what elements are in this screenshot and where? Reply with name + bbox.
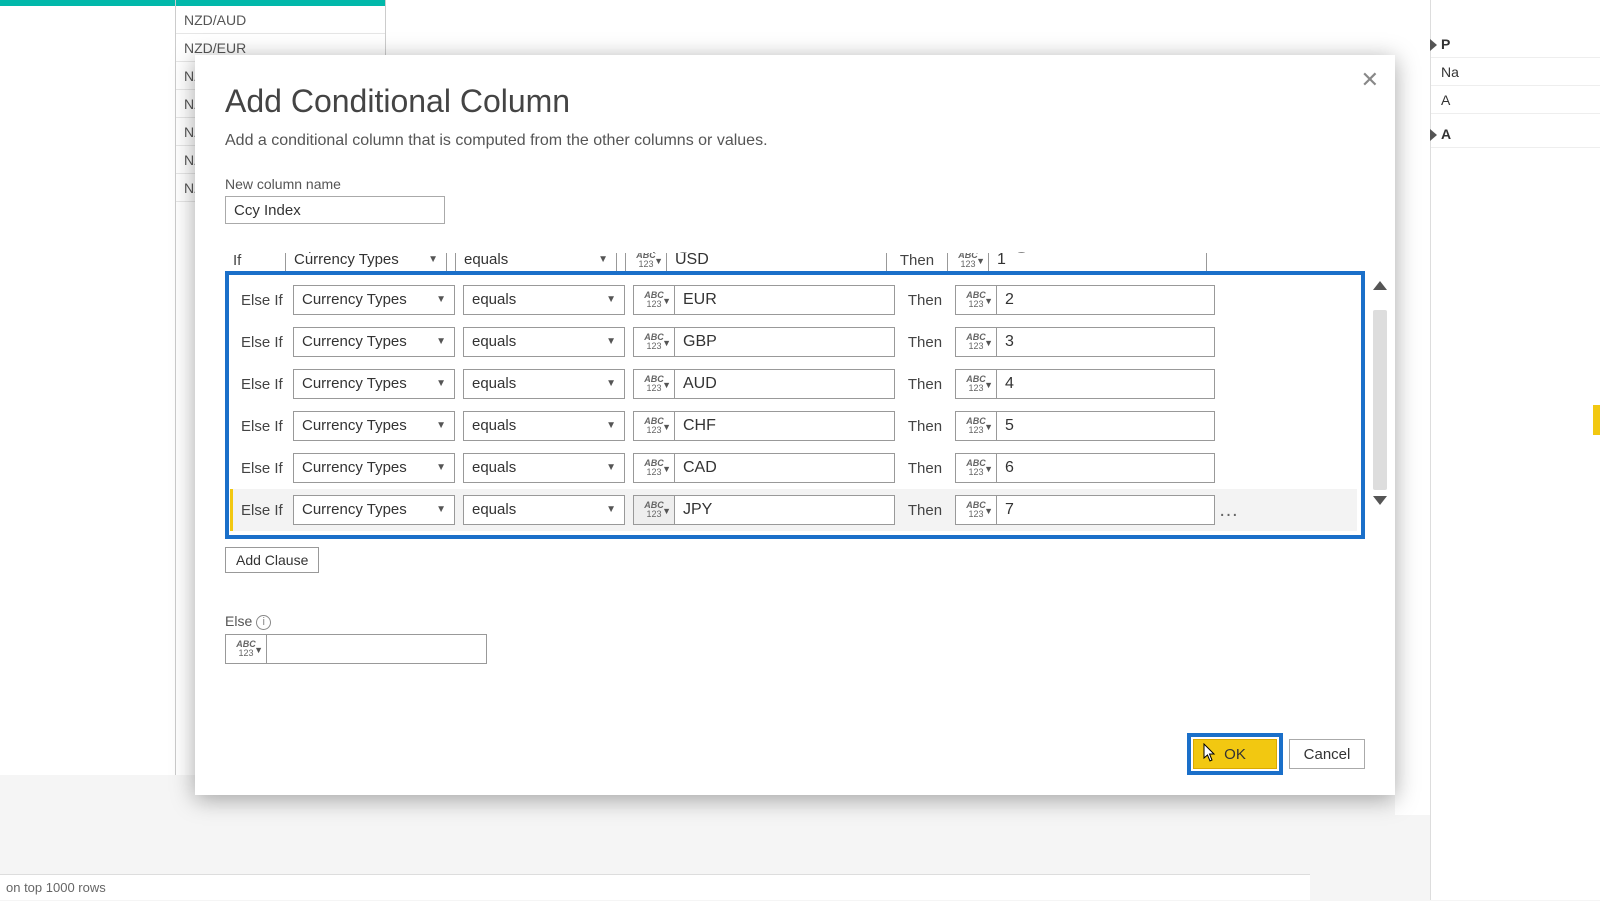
else-type-selector[interactable]: ABC123▼: [225, 634, 267, 664]
output-input[interactable]: [997, 327, 1215, 357]
new-column-name-input[interactable]: [225, 196, 445, 224]
then-label: Then: [895, 292, 955, 309]
operator-dropdown[interactable]: equals▼: [463, 411, 625, 441]
operator-dropdown[interactable]: equals▼: [463, 369, 625, 399]
cursor-icon: [1203, 743, 1217, 763]
rule-condition-label: Else If: [235, 334, 293, 351]
add-clause-button[interactable]: Add Clause: [225, 547, 319, 573]
close-icon[interactable]: ✕: [1361, 67, 1379, 93]
scroll-down-icon[interactable]: [1373, 496, 1387, 505]
output-type-selector[interactable]: ABC123▼: [955, 495, 997, 525]
then-label: Then: [895, 418, 955, 435]
value-input[interactable]: [675, 495, 895, 525]
value-type-selector[interactable]: ABC123▼: [633, 369, 675, 399]
output-input[interactable]: [997, 411, 1215, 441]
rule-row: Else If Currency Types▼ equals▼ ABC123▼ …: [233, 321, 1357, 363]
value-input[interactable]: [675, 327, 895, 357]
scroll-up-icon[interactable]: [1373, 281, 1387, 290]
output-type-selector[interactable]: ABC123▼: [955, 453, 997, 483]
status-bar: on top 1000 rows: [0, 874, 1310, 900]
rule-condition-label: Else If: [235, 376, 293, 393]
rule-condition-label: Else If: [235, 292, 293, 309]
info-icon: i: [256, 615, 271, 630]
column-name-dropdown[interactable]: Currency Types▼: [293, 285, 455, 315]
rules-highlight-box: Else If Currency Types▼ equals▼ ABC123▼ …: [225, 271, 1365, 539]
value-type-selector[interactable]: ABC123▼: [633, 453, 675, 483]
value-type-selector[interactable]: ABC123▼: [633, 411, 675, 441]
else-label: Elsei: [225, 613, 1365, 630]
value-input[interactable]: [675, 453, 895, 483]
value-input[interactable]: [675, 369, 895, 399]
expand-icon[interactable]: [1430, 129, 1437, 141]
output-input[interactable]: [997, 285, 1215, 315]
value-type-selector[interactable]: ABC123▼: [633, 327, 675, 357]
else-value-input[interactable]: [267, 634, 487, 664]
value-input[interactable]: [675, 285, 895, 315]
more-options-icon[interactable]: …: [1215, 499, 1243, 522]
operator-dropdown[interactable]: equals▼: [463, 495, 625, 525]
column-name-dropdown[interactable]: Currency Types▼: [293, 495, 455, 525]
add-conditional-column-dialog: ✕ Add Conditional Column Add a condition…: [195, 55, 1395, 795]
column-name-dropdown[interactable]: Currency Types▼: [293, 369, 455, 399]
rule-condition-label: Else If: [235, 460, 293, 477]
column-name-dropdown[interactable]: Currency Types▼: [293, 411, 455, 441]
dialog-subtitle: Add a conditional column that is compute…: [225, 132, 1365, 150]
output-type-selector[interactable]: ABC123▼: [955, 411, 997, 441]
new-column-name-label: New column name: [225, 176, 1365, 192]
output-input[interactable]: [997, 453, 1215, 483]
column-name-dropdown[interactable]: Currency Types▼: [293, 453, 455, 483]
then-label: Then: [895, 376, 955, 393]
output-input[interactable]: [997, 369, 1215, 399]
rule-condition-label: Else If: [235, 502, 293, 519]
operator-dropdown[interactable]: equals▼: [463, 285, 625, 315]
value-type-selector[interactable]: ABC123▼: [633, 285, 675, 315]
value-type-selector[interactable]: ABC123▼: [633, 495, 675, 525]
rule-row: Else If Currency Types▼ equals▼ ABC123▼ …: [233, 363, 1357, 405]
output-type-selector[interactable]: ABC123▼: [955, 369, 997, 399]
rules-scrollbar[interactable]: [1371, 281, 1389, 505]
bg-column-1: [0, 0, 176, 775]
then-label: Then: [895, 334, 955, 351]
output-input[interactable]: [997, 495, 1215, 525]
rule-row: Else If Currency Types▼ equals▼ ABC123▼ …: [233, 279, 1357, 321]
operator-dropdown[interactable]: equals▼: [463, 453, 625, 483]
ok-button[interactable]: OK: [1193, 739, 1277, 769]
right-panel: P Na A A: [1430, 0, 1600, 900]
output-type-selector[interactable]: ABC123▼: [955, 327, 997, 357]
output-type-selector[interactable]: ABC123▼: [955, 285, 997, 315]
rule-row-cutoff: If Currency Types▼ equals▼ ABC123▼ Then …: [225, 253, 1365, 271]
column-name-dropdown[interactable]: Currency Types▼: [293, 327, 455, 357]
operator-dropdown[interactable]: equals▼: [463, 327, 625, 357]
value-input[interactable]: [675, 411, 895, 441]
rule-row: Else If Currency Types▼ equals▼ ABC123▼ …: [230, 489, 1357, 531]
expand-icon[interactable]: [1430, 39, 1437, 51]
rule-condition-label: Else If: [235, 418, 293, 435]
cancel-button[interactable]: Cancel: [1289, 739, 1365, 769]
rule-row: Else If Currency Types▼ equals▼ ABC123▼ …: [233, 447, 1357, 489]
then-label: Then: [895, 460, 955, 477]
then-label: Then: [895, 502, 955, 519]
bg-cell: NZD/AUD: [176, 6, 385, 34]
dialog-title: Add Conditional Column: [225, 83, 1365, 120]
rule-row: Else If Currency Types▼ equals▼ ABC123▼ …: [233, 405, 1357, 447]
